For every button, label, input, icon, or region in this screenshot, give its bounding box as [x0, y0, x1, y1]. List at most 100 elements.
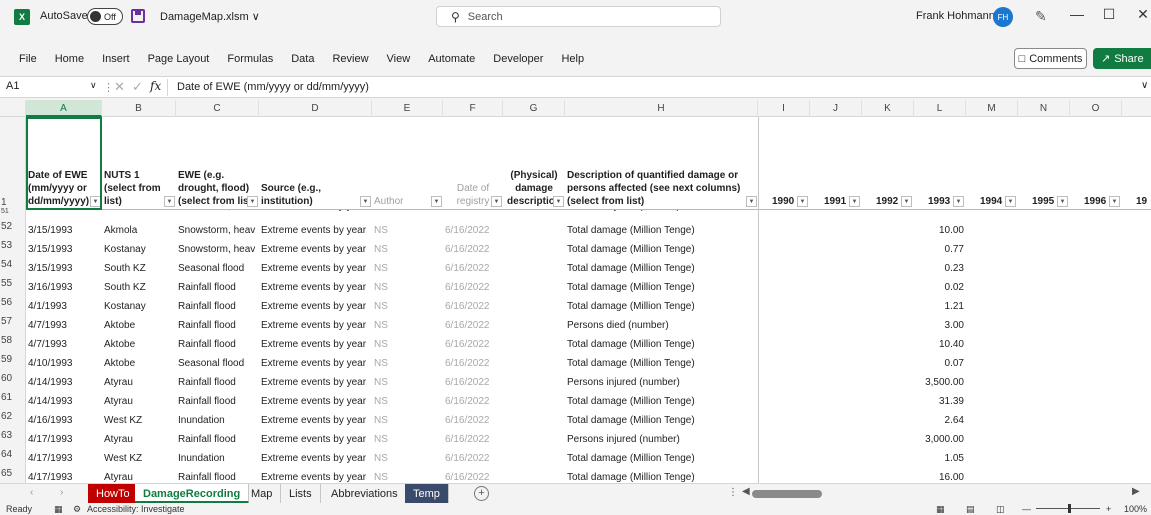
- cell-date[interactable]: 3/15/1993: [26, 259, 102, 278]
- table-row[interactable]: 4/1/1993 Kostanay Rainfall flood Extreme…: [26, 297, 1151, 316]
- normal-view-icon[interactable]: ▦: [936, 504, 945, 515]
- cell-description[interactable]: Persons died (number): [565, 316, 758, 335]
- cell-registry[interactable]: 6/16/2022: [443, 221, 503, 240]
- filter-dropdown-icon[interactable]: ▼: [849, 196, 860, 207]
- cell-author[interactable]: NS: [372, 468, 443, 483]
- cell-author[interactable]: NS: [372, 430, 443, 449]
- cell-author[interactable]: NS: [372, 297, 443, 316]
- cell-ewe[interactable]: Snowstorm, heav: [176, 240, 259, 259]
- cell-author[interactable]: NS: [372, 240, 443, 259]
- header-year-partial[interactable]: 19: [1134, 117, 1151, 210]
- column-header-j[interactable]: J: [810, 100, 862, 117]
- cell-registry[interactable]: 6/16/2022: [443, 468, 503, 483]
- scroll-right-icon[interactable]: ▶: [1132, 486, 1140, 497]
- cell-region[interactable]: Aktobe: [102, 354, 176, 373]
- cell-value-1993[interactable]: 3,000.00: [914, 430, 966, 449]
- table-row[interactable]: 4/7/1993 Aktobe Rainfall flood Extreme e…: [26, 316, 1151, 335]
- row-number[interactable]: 54: [0, 259, 26, 270]
- more-options-icon[interactable]: ⋮: [728, 487, 738, 498]
- cell-description[interactable]: Total damage (Million Tenge): [565, 411, 758, 430]
- cell-ewe[interactable]: Rainfall flood: [176, 430, 259, 449]
- cell-source[interactable]: Extreme events by year: [259, 240, 372, 259]
- cell-ewe[interactable]: Inundation: [176, 411, 259, 430]
- avatar[interactable]: FH: [993, 7, 1013, 27]
- column-header-f[interactable]: F: [443, 100, 503, 117]
- page-layout-icon[interactable]: ▤: [966, 504, 975, 515]
- cell-date[interactable]: 4/1/1993: [26, 297, 102, 316]
- table-row[interactable]: 4/17/1993 Atyrau Rainfall flood Extreme …: [26, 430, 1151, 449]
- cell-source[interactable]: Extreme events by year: [259, 335, 372, 354]
- filter-dropdown-icon[interactable]: ▼: [164, 196, 175, 207]
- comments-button[interactable]: □ Comments: [1014, 48, 1087, 69]
- cell-author[interactable]: NS: [372, 411, 443, 430]
- cell-source[interactable]: Extreme events by year: [259, 430, 372, 449]
- cell-registry[interactable]: 6/16/2022: [443, 430, 503, 449]
- cell-date[interactable]: 4/16/1993: [26, 411, 102, 430]
- table-row[interactable]: 4/14/1993 Atyrau Rainfall flood Extreme …: [26, 373, 1151, 392]
- column-header-l[interactable]: L: [914, 100, 966, 117]
- cell-date[interactable]: 4/14/1993: [26, 373, 102, 392]
- cell-description[interactable]: Total damage (Million Tenge): [565, 354, 758, 373]
- row-number[interactable]: 60: [0, 373, 26, 384]
- cell-value-1993[interactable]: 0.02: [914, 278, 966, 297]
- cell-author[interactable]: NS: [372, 354, 443, 373]
- cell-date[interactable]: 4/17/1993: [26, 468, 102, 483]
- macro-record-icon[interactable]: ▦: [54, 504, 63, 515]
- cell-description[interactable]: Persons injured (number): [565, 430, 758, 449]
- row-number[interactable]: 1: [0, 197, 26, 208]
- table-row[interactable]: 3/15/1993 Akmola Snowstorm, heav Extreme…: [26, 221, 1151, 240]
- cell-description[interactable]: Total damage (Million Tenge): [565, 392, 758, 411]
- cell-ewe[interactable]: Seasonal flood: [176, 354, 259, 373]
- scroll-left-icon[interactable]: ◀: [742, 486, 750, 497]
- cell-value-1993[interactable]: 1.05: [914, 449, 966, 468]
- save-icon[interactable]: [131, 9, 145, 23]
- cell-value-1993[interactable]: 3.00: [914, 316, 966, 335]
- sheet-tab-map[interactable]: Map: [243, 484, 282, 504]
- tab-page-layout[interactable]: Page Layout: [139, 53, 219, 65]
- cell-source[interactable]: Extreme events by year: [259, 297, 372, 316]
- cell-date[interactable]: 3/15/1993: [26, 221, 102, 240]
- select-all-corner[interactable]: [0, 100, 26, 117]
- close-button[interactable]: ✕: [1133, 6, 1151, 23]
- row-number[interactable]: 61: [0, 392, 26, 403]
- cell-source[interactable]: Extreme events by year: [259, 449, 372, 468]
- cell-value-1993[interactable]: 31.39: [914, 392, 966, 411]
- cell-value-1993[interactable]: 10.40: [914, 335, 966, 354]
- cell-description[interactable]: Total damage (Million Tenge): [565, 468, 758, 483]
- tab-review[interactable]: Review: [323, 53, 377, 65]
- cell-region[interactable]: South KZ: [102, 278, 176, 297]
- row-number[interactable]: 58: [0, 335, 26, 346]
- cell-region[interactable]: Kostanay: [102, 297, 176, 316]
- sheet-tab-howto[interactable]: HowTo: [88, 484, 139, 504]
- cell-registry[interactable]: 6/16/2022: [443, 373, 503, 392]
- cell-value-1993[interactable]: 0.23: [914, 259, 966, 278]
- cell-source[interactable]: Extreme events by year: [259, 354, 372, 373]
- row-number[interactable]: 62: [0, 411, 26, 422]
- zoom-level[interactable]: 100%: [1124, 504, 1147, 514]
- cancel-icon[interactable]: ✕: [114, 79, 125, 95]
- cell-value-1993[interactable]: 2.64: [914, 411, 966, 430]
- function-icon[interactable]: fx: [150, 79, 161, 93]
- share-button[interactable]: ↗ Share: [1093, 48, 1151, 69]
- cell-region[interactable]: Atyrau: [102, 468, 176, 483]
- sheet-tab-lists[interactable]: Lists: [281, 484, 321, 504]
- cell-source[interactable]: Extreme events by year: [259, 392, 372, 411]
- cell-ewe[interactable]: Snowstorm, heav: [176, 221, 259, 240]
- column-header-b[interactable]: B: [102, 100, 176, 117]
- cell-registry[interactable]: 6/16/2022: [443, 449, 503, 468]
- filter-dropdown-icon[interactable]: ▼: [360, 196, 371, 207]
- column-header-g[interactable]: G: [503, 100, 565, 117]
- cell-registry[interactable]: 6/16/2022: [443, 297, 503, 316]
- cell-registry[interactable]: 6/16/2022: [443, 392, 503, 411]
- cell-date[interactable]: 4/7/1993: [26, 316, 102, 335]
- cell-author[interactable]: NS: [372, 259, 443, 278]
- cell-ewe[interactable]: Rainfall flood: [176, 373, 259, 392]
- check-icon[interactable]: ✓: [132, 79, 143, 95]
- filter-dropdown-icon[interactable]: ▼: [953, 196, 964, 207]
- cell-description[interactable]: Total damage (Million Tenge): [565, 297, 758, 316]
- zoom-out-icon[interactable]: —: [1022, 504, 1031, 514]
- cell-date[interactable]: 3/15/1993: [26, 240, 102, 259]
- tab-help[interactable]: Help: [552, 53, 593, 65]
- cell-registry[interactable]: 6/16/2022: [443, 335, 503, 354]
- column-header-n[interactable]: N: [1018, 100, 1070, 117]
